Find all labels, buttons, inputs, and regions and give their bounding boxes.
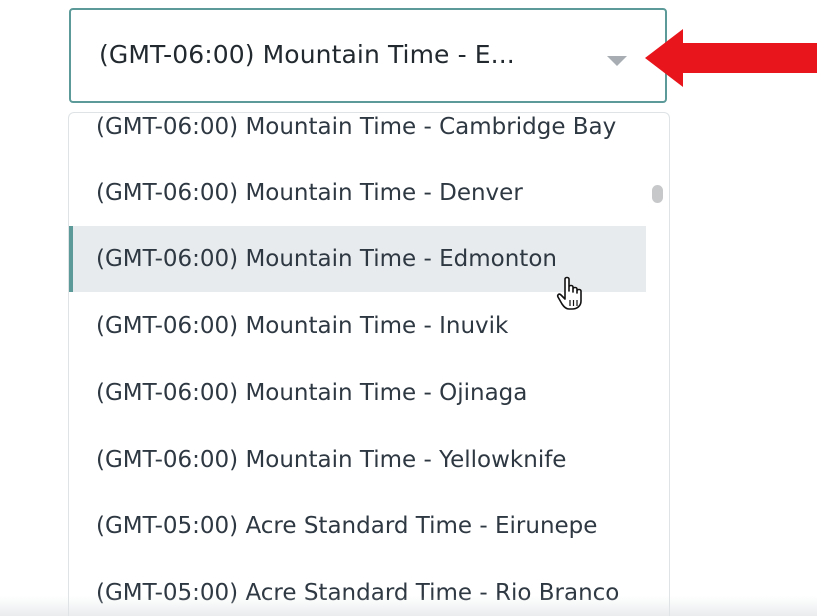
arrow-shape: [645, 29, 817, 87]
list-item[interactable]: (GMT-05:00) Acre Standard Time - Rio Bra…: [69, 560, 646, 616]
red-arrow-icon: [645, 29, 817, 87]
list-item[interactable]: (GMT-05:00) Acre Standard Time - Eirunep…: [69, 493, 646, 559]
dropdown-scrollbar[interactable]: [652, 185, 663, 203]
timezone-select[interactable]: (GMT-06:00) Mountain Time - E...: [69, 8, 667, 103]
timezone-dropdown-list[interactable]: (GMT-06:00) Mountain Time - Cambridge Ba…: [68, 112, 670, 616]
chevron-down-icon[interactable]: [607, 56, 627, 66]
timezone-select-value: (GMT-06:00) Mountain Time - E...: [99, 40, 515, 69]
list-item[interactable]: (GMT-06:00) Mountain Time - Cambridge Ba…: [69, 113, 646, 160]
list-item[interactable]: (GMT-06:00) Mountain Time - Ojinaga: [69, 360, 646, 426]
list-item[interactable]: (GMT-06:00) Mountain Time - Denver: [69, 160, 646, 226]
hand-pointer-cursor-icon: [556, 276, 582, 310]
timezone-picker-screen: (GMT-06:00) Mountain Time - E... (GMT-06…: [0, 0, 817, 616]
list-item[interactable]: (GMT-06:00) Mountain Time - Yellowknife: [69, 427, 646, 493]
